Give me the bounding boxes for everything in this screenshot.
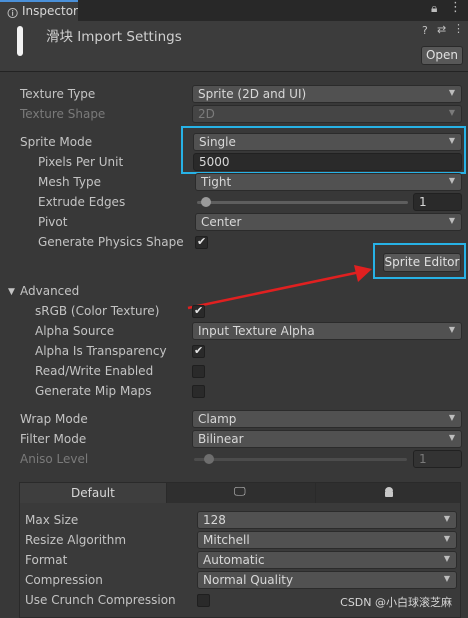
chevron-down-icon: ▼ [443, 514, 450, 523]
filter-mode-label: Filter Mode [20, 432, 87, 446]
alpha-source-label: Alpha Source [35, 324, 115, 338]
foldout-expanded-icon[interactable]: ▼ [8, 287, 15, 297]
extrude-edges-label: Extrude Edges [38, 195, 126, 209]
mesh-type-dropdown[interactable]: Tight ▼ [195, 173, 462, 191]
chevron-down-icon: ▼ [448, 433, 455, 442]
extrude-edges-slider-track[interactable] [197, 201, 408, 204]
aniso-level-slider-track [194, 458, 407, 461]
monitor-icon: 🖵︎ [234, 484, 246, 498]
read-write-enabled-checkbox[interactable] [192, 365, 205, 378]
resize-algorithm-dropdown[interactable]: Mitchell ▼ [197, 531, 457, 549]
help-icon[interactable]: ? [422, 24, 428, 37]
aniso-level-slider-knob [204, 454, 214, 464]
texture-shape-dropdown: 2D ▼ [192, 105, 462, 123]
srgb-label: sRGB (Color Texture) [35, 304, 160, 318]
chevron-down-icon: ▼ [448, 413, 455, 422]
highlight-box-sprite-mode [181, 126, 466, 174]
sprite-asset-icon [17, 26, 23, 56]
max-size-label: Max Size [25, 513, 79, 527]
header-menu-icon[interactable]: ⋮ [453, 22, 464, 35]
generate-mip-maps-label: Generate Mip Maps [35, 384, 152, 398]
chevron-down-icon: ▼ [448, 325, 455, 334]
advanced-foldout-label[interactable]: Advanced [20, 284, 79, 298]
aniso-level-label: Aniso Level [20, 452, 89, 466]
chevron-down-icon: ▼ [443, 534, 450, 543]
sprite-mode-label: Sprite Mode [20, 135, 93, 149]
chevron-down-icon: ▼ [448, 176, 455, 185]
texture-shape-value: 2D [198, 107, 215, 121]
format-value: Automatic [203, 553, 265, 567]
aniso-level-field: 1 [413, 450, 462, 468]
texture-shape-label: Texture Shape [20, 107, 106, 121]
generate-mip-maps-checkbox[interactable] [192, 385, 205, 398]
wrap-mode-dropdown[interactable]: Clamp ▼ [192, 410, 462, 428]
wrap-mode-label: Wrap Mode [20, 412, 88, 426]
use-crunch-compression-label: Use Crunch Compression [25, 593, 176, 607]
resize-algorithm-label: Resize Algorithm [25, 533, 127, 547]
aniso-level-value: 1 [419, 452, 427, 466]
extrude-edges-slider-knob[interactable] [201, 197, 211, 207]
resize-algorithm-value: Mitchell [203, 533, 250, 547]
alpha-source-value: Input Texture Alpha [198, 324, 315, 338]
alpha-is-transparency-label: Alpha Is Transparency [35, 344, 167, 358]
chevron-down-icon: ▼ [443, 574, 450, 583]
checkmark-icon: ✔ [197, 235, 207, 248]
tab-label: Inspector [22, 4, 78, 18]
preset-settings-icon[interactable]: ⇄ [437, 23, 446, 36]
alpha-is-transparency-checkbox[interactable]: ✔ [192, 344, 205, 358]
max-size-value: 128 [203, 513, 226, 527]
texture-type-dropdown[interactable]: Sprite (2D and UI) ▼ [192, 85, 462, 103]
texture-type-label: Texture Type [20, 87, 96, 101]
tab-default[interactable]: Default [20, 483, 167, 503]
chevron-down-icon: ▼ [448, 108, 455, 117]
wrap-mode-value: Clamp [198, 412, 237, 426]
lock-icon[interactable]: 🔒︎ [431, 1, 437, 16]
watermark-text: CSDN @小白球滚芝麻 [340, 596, 452, 609]
alpha-source-dropdown[interactable]: Input Texture Alpha ▼ [192, 322, 462, 340]
mesh-type-value: Tight [201, 175, 232, 189]
use-crunch-compression-checkbox[interactable] [197, 594, 210, 607]
tab-android[interactable] [316, 483, 460, 503]
chevron-down-icon: ▼ [443, 554, 450, 563]
generate-physics-shape-label: Generate Physics Shape [38, 235, 184, 249]
compression-dropdown[interactable]: Normal Quality ▼ [197, 571, 457, 589]
chevron-down-icon: ▼ [448, 88, 455, 97]
tab-default-label: Default [71, 486, 115, 500]
pivot-label: Pivot [38, 215, 68, 229]
android-icon [385, 487, 393, 497]
read-write-enabled-label: Read/Write Enabled [35, 364, 154, 378]
compression-label: Compression [25, 573, 103, 587]
format-label: Format [25, 553, 68, 567]
texture-type-value: Sprite (2D and UI) [198, 87, 307, 101]
format-dropdown[interactable]: Automatic ▼ [197, 551, 457, 569]
tab-standalone[interactable]: 🖵︎ [167, 483, 316, 503]
pivot-value: Center [201, 215, 242, 229]
checkmark-icon: ✔ [194, 304, 204, 317]
pixels-per-unit-label: Pixels Per Unit [38, 155, 124, 169]
open-button[interactable]: Open [421, 46, 463, 65]
red-arrow-annotation [187, 265, 372, 310]
generate-physics-shape-checkbox[interactable]: ✔ [195, 235, 208, 249]
extrude-edges-field[interactable]: 1 [413, 193, 462, 211]
highlight-box-sprite-editor [373, 243, 466, 279]
chevron-down-icon: ▼ [448, 216, 455, 225]
srgb-checkbox[interactable]: ✔ [192, 304, 205, 318]
checkmark-icon: ✔ [194, 344, 204, 357]
filter-mode-value: Bilinear [198, 432, 244, 446]
filter-mode-dropdown[interactable]: Bilinear ▼ [192, 430, 462, 448]
max-size-dropdown[interactable]: 128 ▼ [197, 511, 457, 529]
kebab-menu-icon[interactable]: ⋮ [449, 0, 462, 15]
mesh-type-label: Mesh Type [38, 175, 101, 189]
compression-value: Normal Quality [203, 573, 294, 587]
pivot-dropdown[interactable]: Center ▼ [195, 213, 462, 231]
extrude-edges-value: 1 [419, 195, 427, 209]
page-title: 滑块 Import Settings [46, 29, 182, 45]
tab-inspector[interactable]: 🛈 Inspector [0, 0, 78, 21]
